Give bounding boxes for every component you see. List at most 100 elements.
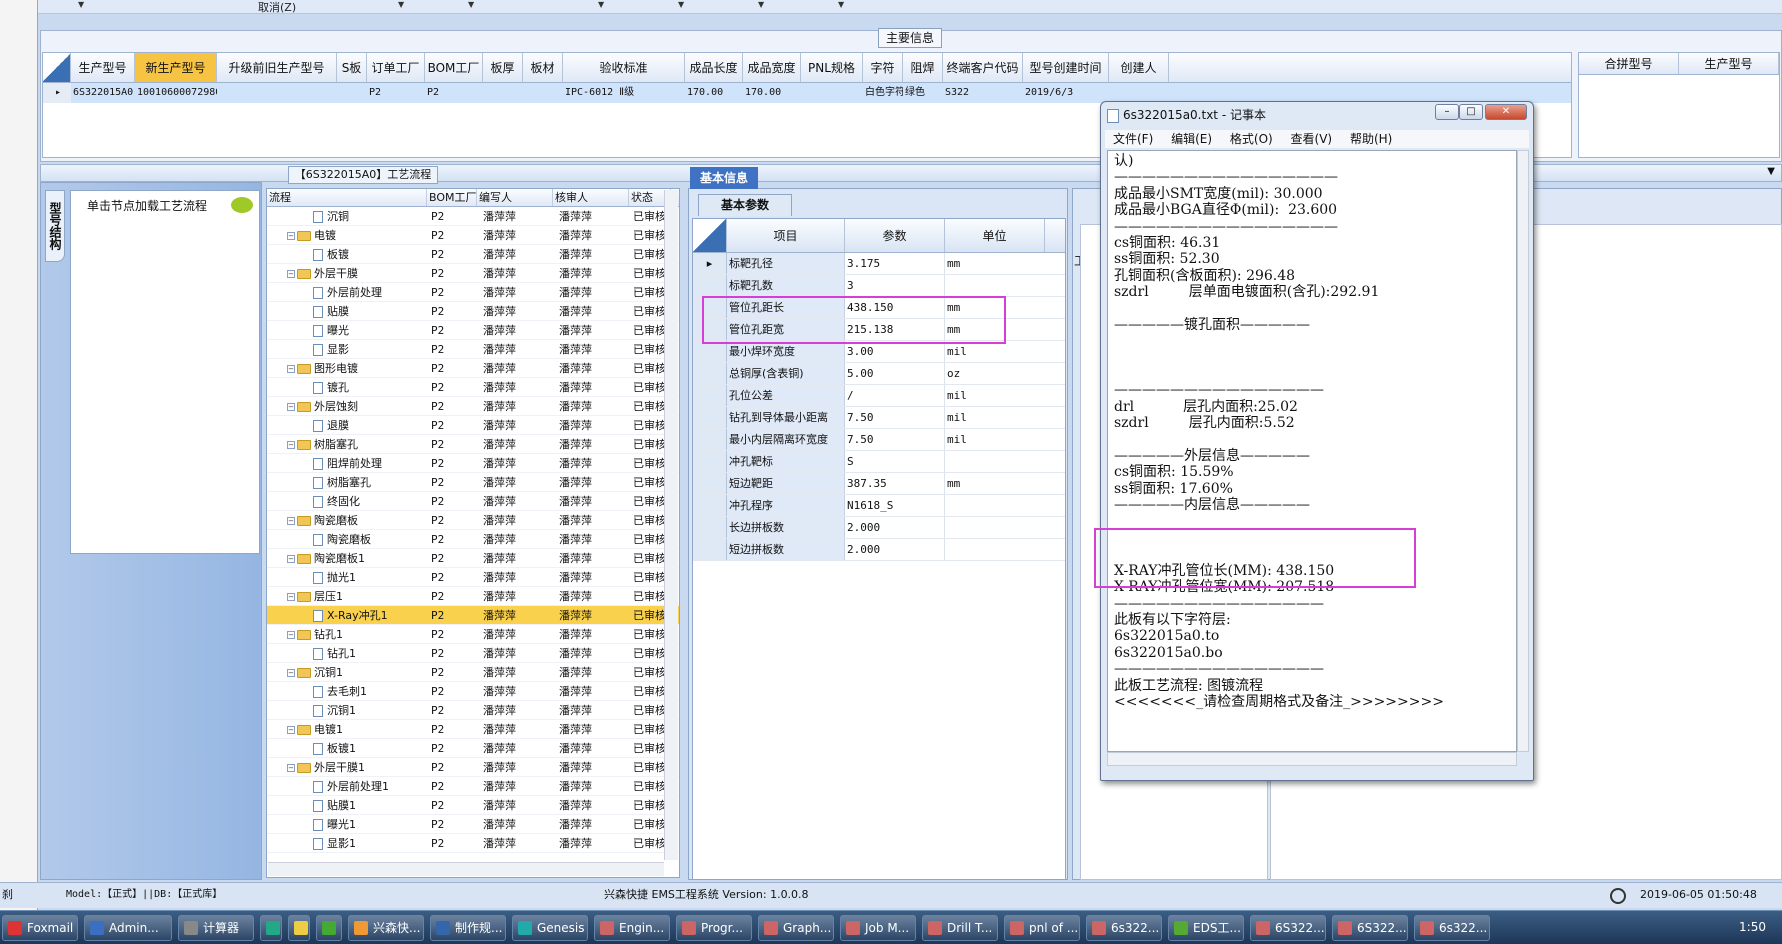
taskbar-button[interactable]: 6S322... [1250,915,1326,941]
taskbar-button[interactable]: 6S322... [1332,915,1408,941]
table-row[interactable]: 孔位公差 / mil [693,385,1065,407]
param-value-cell[interactable]: 7.50 [845,429,945,450]
table-cell[interactable]: 170.00 [743,83,801,103]
list-item[interactable]: X-Ray冲孔1 P2 潘萍萍 潘萍萍 已审核 [267,606,679,625]
list-item[interactable]: 贴膜 P2 潘萍萍 潘萍萍 已审核 [267,302,679,321]
table-row[interactable]: 最小焊环宽度 3.00 mil [693,341,1065,363]
table-row[interactable]: ▸ 6S322015A0 10010600072980 P2 P2 IPC-6012 Ⅱ级… [43,83,1571,103]
taskbar-button[interactable]: 6s322... [1414,915,1490,941]
param-value-cell[interactable]: 387.35 [845,473,945,494]
param-value-cell[interactable]: 2.000 [845,517,945,538]
list-item[interactable]: 树脂塞孔 P2 潘萍萍 潘萍萍 已审核 [267,473,679,492]
table-cell[interactable]: 绿色 [903,83,943,103]
column-header[interactable]: 订单工厂 [367,53,425,82]
table-row[interactable]: 最小内层隔离环宽度 7.50 mil [693,429,1065,451]
list-item[interactable]: 贴膜1 P2 潘萍萍 潘萍萍 已审核 [267,796,679,815]
column-header[interactable]: PNL规格 [801,53,863,82]
table-cell[interactable]: P2 [367,83,425,103]
chevron-down-icon[interactable]: ▼ [1767,166,1775,177]
table-row[interactable]: 标靶孔数 3 [693,275,1065,297]
taskbar-button[interactable] [260,915,282,941]
taskbar-button[interactable]: Drill T... [922,915,998,941]
table-cell[interactable] [1109,83,1169,103]
taskbar-button[interactable]: Admin... [84,915,172,941]
taskbar-button[interactable] [288,915,310,941]
taskbar-button[interactable] [316,915,342,941]
param-value-cell[interactable]: 3.175 [845,253,945,274]
table-cell[interactable]: P2 [425,83,483,103]
list-item[interactable]: − 外层干膜1 P2 潘萍萍 潘萍萍 已审核 [267,758,679,777]
collapse-toggle-icon[interactable]: − [287,441,295,449]
list-item[interactable]: − 钻孔1 P2 潘萍萍 潘萍萍 已审核 [267,625,679,644]
table-cell[interactable] [217,83,337,103]
notepad-vertical-scrollbar[interactable] [1517,150,1529,752]
column-header[interactable]: 编写人 [477,189,553,206]
table-cell[interactable] [483,83,523,103]
list-item[interactable]: − 外层干膜 P2 潘萍萍 潘萍萍 已审核 [267,264,679,283]
collapse-toggle-icon[interactable]: − [287,365,295,373]
list-item[interactable]: − 图形电镀 P2 潘萍萍 潘萍萍 已审核 [267,359,679,378]
column-header[interactable]: 合拼型号 [1579,53,1679,74]
table-cell[interactable] [523,83,563,103]
column-header[interactable]: 流程 [267,189,427,206]
maximize-button[interactable]: □ [1459,104,1483,120]
list-item[interactable]: 曝光 P2 潘萍萍 潘萍萍 已审核 [267,321,679,340]
table-cell[interactable]: 白色字符 [863,83,903,103]
taskbar-button[interactable]: 6s322... [1086,915,1162,941]
column-header[interactable]: 板厚 [483,53,523,82]
list-item[interactable]: 抛光1 P2 潘萍萍 潘萍萍 已审核 [267,568,679,587]
table-row[interactable]: ▸ 标靶孔径 3.175 mm [693,253,1065,275]
table-cell[interactable]: 2019/6/3 [1023,83,1109,103]
row-selector[interactable] [693,495,727,516]
taskbar-button[interactable]: 兴森快... [348,915,424,941]
list-item[interactable]: − 电镀1 P2 潘萍萍 潘萍萍 已审核 [267,720,679,739]
taskbar-button[interactable]: EDS工... [1168,915,1244,941]
table-cell[interactable]: 6S322015A0 [71,83,135,103]
list-item[interactable]: 去毛刺1 P2 潘萍萍 潘萍萍 已审核 [267,682,679,701]
param-value-cell[interactable]: N1618_S [845,495,945,516]
list-item[interactable]: − 外层蚀刻 P2 潘萍萍 潘萍萍 已审核 [267,397,679,416]
collapse-toggle-icon[interactable]: − [287,593,295,601]
taskbar-button[interactable]: Graph... [758,915,834,941]
collapse-toggle-icon[interactable]: − [287,669,295,677]
dropdown-arrow-icon[interactable]: ▼ [838,0,844,9]
model-structure-tab[interactable]: 型号结构 [45,190,65,262]
column-header[interactable]: 成品宽度 [743,53,801,82]
taskbar-button[interactable]: 计算器 [178,915,254,941]
table-row[interactable]: 冲孔靶标 S [693,451,1065,473]
list-item[interactable]: − 陶瓷磨板 P2 潘萍萍 潘萍萍 已审核 [267,511,679,530]
param-value-cell[interactable]: 3.00 [845,341,945,362]
row-selector[interactable] [693,451,727,472]
column-header[interactable]: 生产型号 [1679,53,1779,74]
column-header[interactable]: 项目 [727,219,845,252]
collapse-toggle-icon[interactable]: − [287,555,295,563]
taskbar-button[interactable]: Progr... [676,915,752,941]
param-value-cell[interactable]: 5.00 [845,363,945,384]
param-value-cell[interactable]: 3 [845,275,945,296]
table-row[interactable]: 短边靶距 387.35 mm [693,473,1065,495]
row-selector[interactable] [693,429,727,450]
table-cell[interactable] [801,83,863,103]
column-header[interactable]: BOM工厂 [425,53,483,82]
dropdown-arrow-icon[interactable]: ▼ [758,0,764,9]
list-item[interactable]: 显影1 P2 潘萍萍 潘萍萍 已审核 [267,834,679,853]
dropdown-arrow-icon[interactable]: ▼ [678,0,684,9]
dropdown-arrow-icon[interactable]: ▼ [398,0,404,9]
list-item[interactable]: 阻焊前处理 P2 潘萍萍 潘萍萍 已审核 [267,454,679,473]
list-item[interactable]: 终固化 P2 潘萍萍 潘萍萍 已审核 [267,492,679,511]
column-header[interactable]: BOM工厂 [427,189,477,206]
taskbar-button[interactable]: Job M... [840,915,916,941]
taskbar-button[interactable]: 制作规... [430,915,506,941]
param-value-cell[interactable]: / [845,385,945,406]
param-value-cell[interactable]: 7.50 [845,407,945,428]
table-row[interactable]: 钻孔到导体最小距离 7.50 mil [693,407,1065,429]
minimize-button[interactable]: – [1435,104,1459,120]
param-value-cell[interactable]: 215.138 [845,319,945,340]
param-value-cell[interactable]: 438.150 [845,297,945,318]
column-header[interactable]: 字符 [863,53,903,82]
menu-edit[interactable]: 编辑(E) [1171,132,1212,146]
taskbar-button[interactable]: Foxmail [2,915,78,941]
table-cell[interactable] [337,83,367,103]
column-header[interactable]: 终端客户代码 [943,53,1023,82]
column-header[interactable]: 新生产型号 [135,53,217,82]
